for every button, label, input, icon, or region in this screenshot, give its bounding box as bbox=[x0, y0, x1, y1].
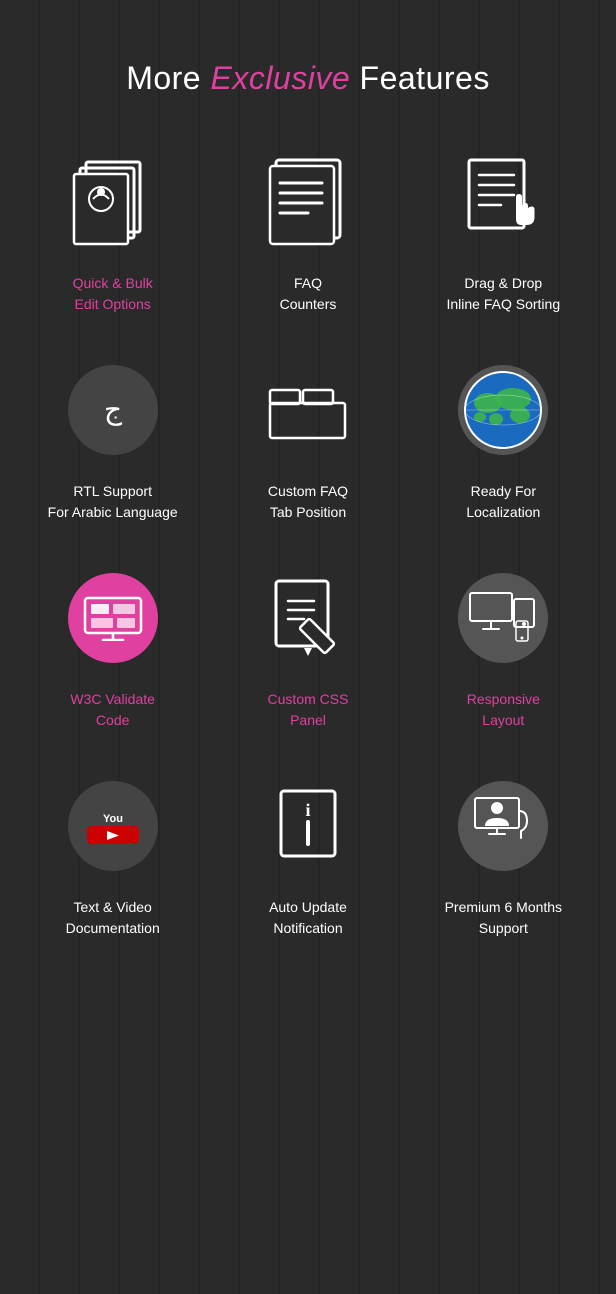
feature-label: RTL SupportFor Arabic Language bbox=[48, 481, 178, 523]
css-panel-icon bbox=[268, 576, 348, 661]
features-grid: Quick & BulkEdit Options FAQCounters bbox=[20, 147, 596, 939]
feature-premium-support: Premium 6 MonthsSupport bbox=[411, 771, 596, 939]
feature-label: Text & VideoDocumentation bbox=[66, 897, 160, 939]
support-icon bbox=[458, 781, 548, 871]
info-box-icon: i bbox=[273, 786, 343, 866]
feature-video-docs: You Text & VideoDocumentation bbox=[20, 771, 205, 939]
feature-icon-wrap: ج bbox=[58, 355, 168, 465]
feature-drag-drop: Drag & DropInline FAQ Sorting bbox=[411, 147, 596, 315]
svg-text:You: You bbox=[103, 813, 123, 825]
feature-label: Custom FAQTab Position bbox=[268, 481, 348, 523]
feature-icon-wrap: i bbox=[253, 771, 363, 881]
feature-label: Custom CSSPanel bbox=[268, 689, 349, 731]
feature-rtl-support: ج RTL SupportFor Arabic Language bbox=[20, 355, 205, 523]
page-title: More Exclusive Features bbox=[20, 60, 596, 97]
title-prefix: More bbox=[126, 60, 210, 96]
feature-auto-update: i Auto UpdateNotification bbox=[215, 771, 400, 939]
feature-icon-wrap bbox=[253, 147, 363, 257]
arabic-icon: ج bbox=[88, 385, 138, 435]
feature-w3c: W3C ValidateCode bbox=[20, 563, 205, 731]
feature-faq-counters: FAQCounters bbox=[215, 147, 400, 315]
feature-label: Quick & BulkEdit Options bbox=[73, 273, 153, 315]
feature-label: Drag & DropInline FAQ Sorting bbox=[447, 273, 561, 315]
feature-localization: Ready ForLocalization bbox=[411, 355, 596, 523]
globe-icon bbox=[458, 365, 548, 455]
title-suffix: Features bbox=[350, 60, 490, 96]
feature-custom-tab: Custom FAQTab Position bbox=[215, 355, 400, 523]
drag-drop-icon bbox=[461, 155, 546, 250]
feature-icon-wrap bbox=[448, 147, 558, 257]
svg-text:i: i bbox=[305, 800, 310, 820]
w3c-icon bbox=[68, 573, 158, 663]
rtl-icon: ج bbox=[68, 365, 158, 455]
page-container: More Exclusive Features Quick & BulkEdit… bbox=[0, 0, 616, 999]
feature-responsive: ResponsiveLayout bbox=[411, 563, 596, 731]
feature-icon-wrap bbox=[448, 355, 558, 465]
feature-icon-wrap bbox=[58, 147, 168, 257]
feature-icon-wrap: You bbox=[58, 771, 168, 881]
world-globe bbox=[458, 365, 548, 455]
support-agent-icon bbox=[471, 796, 536, 856]
youtube-icon: You bbox=[68, 781, 158, 871]
title-highlight: Exclusive bbox=[210, 60, 350, 96]
feature-label: ResponsiveLayout bbox=[467, 689, 540, 731]
feature-icon-wrap bbox=[58, 563, 168, 673]
feature-label: Auto UpdateNotification bbox=[269, 897, 347, 939]
youtube-logo: You bbox=[83, 804, 143, 849]
feature-label: Premium 6 MonthsSupport bbox=[445, 897, 562, 939]
feature-label: W3C ValidateCode bbox=[70, 689, 155, 731]
page-header: More Exclusive Features bbox=[20, 60, 596, 97]
feature-icon-wrap bbox=[448, 771, 558, 881]
feature-icon-wrap bbox=[448, 563, 558, 673]
devices-icon bbox=[468, 591, 538, 646]
feature-icon-wrap bbox=[253, 355, 363, 465]
document-edit-icon bbox=[68, 152, 158, 252]
feature-custom-css: Custom CSSPanel bbox=[215, 563, 400, 731]
faq-list-icon bbox=[268, 155, 348, 250]
tab-position-icon bbox=[265, 375, 350, 445]
feature-label: FAQCounters bbox=[280, 273, 337, 315]
feature-label: Ready ForLocalization bbox=[466, 481, 540, 523]
svg-text:ج: ج bbox=[104, 394, 123, 426]
feature-quick-bulk-edit: Quick & BulkEdit Options bbox=[20, 147, 205, 315]
feature-icon-wrap bbox=[253, 563, 363, 673]
responsive-icon bbox=[458, 573, 548, 663]
monitor-grid-icon bbox=[83, 596, 143, 641]
